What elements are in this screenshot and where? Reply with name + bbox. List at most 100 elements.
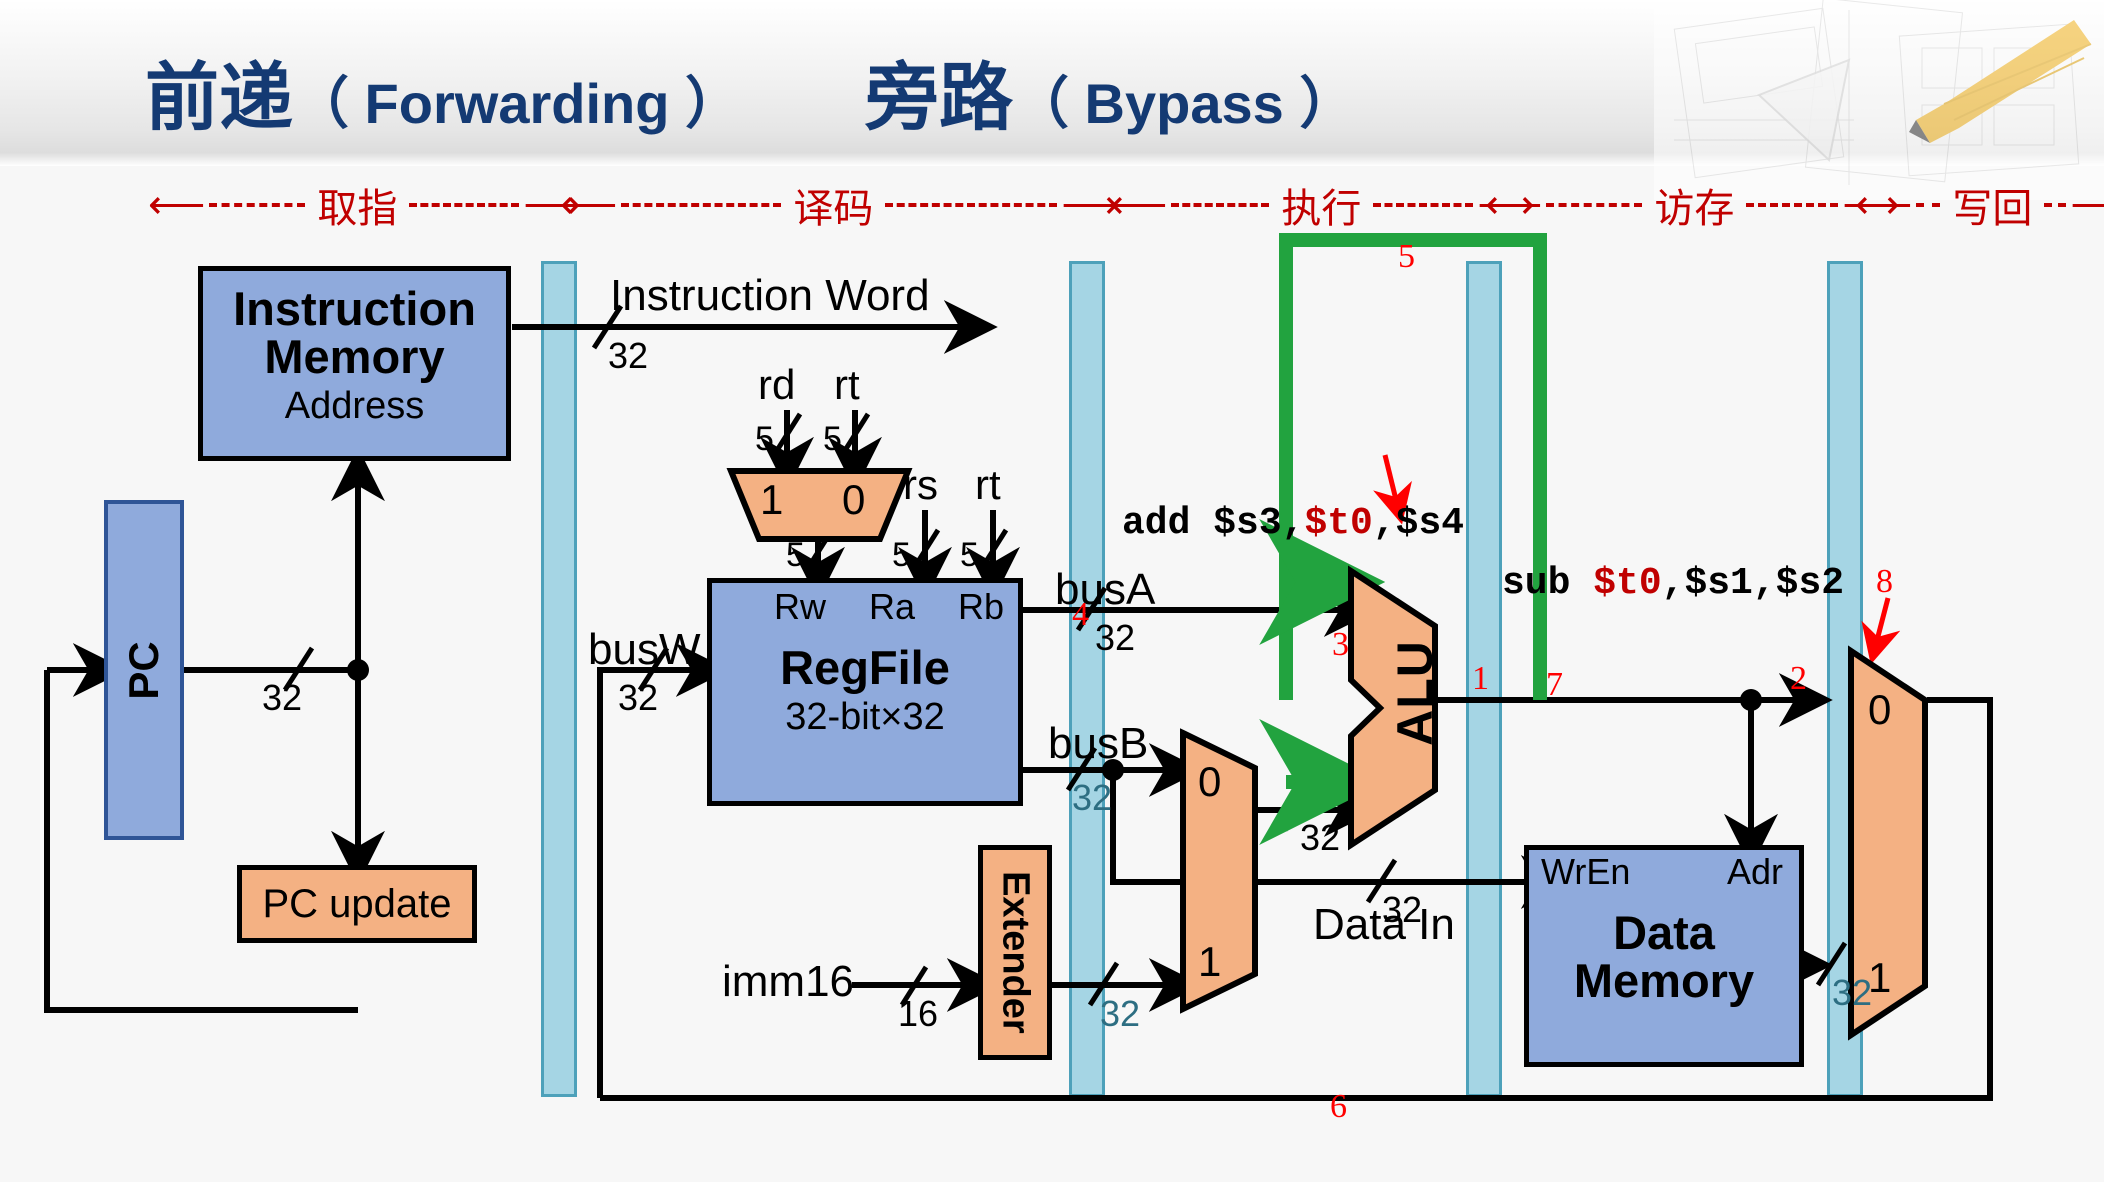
stage-arrow-left-icon: ⟵: [148, 182, 206, 227]
stage-label-memory: ⟵ 访存 ⟶: [1485, 176, 1900, 234]
width-label-32: 32: [1095, 617, 1136, 658]
stage-arrow-left-icon: ⟵: [1110, 182, 1168, 227]
stage-text-writeback: 写回: [1952, 186, 2033, 231]
mem-instruction-reg-red: $t0: [1593, 562, 1662, 605]
stage-label-decode: ⟵ 译码 ⟶: [560, 176, 1119, 234]
width-label-32: 32: [1100, 993, 1141, 1034]
data-memory-port-wren: WrEn: [1541, 851, 1631, 892]
rw-source-mux: 1 0: [726, 468, 913, 542]
blueprint-pencil-decoration-image: [1654, 0, 2104, 200]
data-memory-port-adr: Adr: [1726, 851, 1783, 892]
stage-text-memory: 访存: [1654, 186, 1735, 231]
stage-dash-right: [409, 203, 520, 207]
width-label-32: 32: [608, 335, 649, 376]
annotation-4: 4: [1072, 596, 1089, 633]
width-label-32: 32: [618, 677, 659, 718]
rs-signal-label: rs: [903, 461, 938, 508]
ex-instruction-part2: ,$s4: [1372, 502, 1465, 545]
pc-register: PC: [104, 500, 184, 840]
stage-arrow-right-icon: ⟶: [2070, 182, 2104, 227]
stage-dash-left: [1546, 203, 1643, 207]
width-label-5: 5: [892, 536, 911, 574]
width-label-32: 32: [262, 677, 303, 718]
mem-instruction-part1: sub: [1502, 562, 1594, 605]
alu-block: ALU: [1348, 565, 1443, 851]
alu-label: ALU: [1386, 640, 1443, 746]
pipeline-register-if-id: [541, 261, 577, 1097]
stage-dash-left: [209, 203, 306, 207]
instruction-word-label: Instruction Word: [610, 271, 930, 320]
stage-text-decode: 译码: [793, 186, 874, 231]
busb-label: busB: [1048, 719, 1149, 768]
slide-canvas: 前递（ Forwarding ） 旁路（ Bypass ） ⟵ 取指 ⟶ ⟵ 译…: [0, 0, 2104, 1182]
stage-dash-left: [1916, 203, 1941, 207]
regfile-port-rw: Rw: [774, 586, 826, 627]
instruction-memory-label-line1: Instruction: [233, 282, 476, 335]
sign-extender-block: Extender: [978, 845, 1052, 1060]
wire-junction-pc: [347, 659, 369, 681]
regfile-size-label: 32-bit×32: [785, 695, 945, 738]
ex-stage-instruction: add $s3,$t0,$s4: [1122, 505, 1464, 543]
stage-arrow-left-icon: ⟵: [560, 182, 618, 227]
stage-dash-left: [1171, 203, 1270, 207]
wb-mux-input-0-label: 0: [1868, 686, 1892, 733]
stage-text-fetch: 取指: [317, 186, 398, 231]
stage-dash-right: [885, 203, 1058, 207]
title-bar: 前递（ Forwarding ） 旁路（ Bypass ）: [0, 0, 2104, 200]
page-title-right: 旁路（ Bypass ）: [865, 38, 1355, 145]
width-label-5: 5: [786, 536, 805, 574]
page-title-right-en: （ Bypass ）: [1013, 72, 1356, 135]
annotation-5: 5: [1398, 238, 1415, 275]
pipeline-register-id-ex: [1069, 261, 1105, 1097]
annotation-2: 2: [1790, 660, 1807, 697]
data-memory-label-line2: Memory: [1573, 953, 1755, 1007]
width-label-16: 16: [898, 993, 939, 1034]
width-label-32: 32: [1832, 972, 1873, 1013]
page-title-left-en: （ Forwarding ）: [293, 72, 741, 135]
stage-text-execute: 执行: [1281, 186, 1362, 231]
ex-instruction-part1: add $s3,: [1122, 502, 1305, 545]
width-label-5: 5: [823, 420, 842, 458]
annotation-3: 3: [1332, 626, 1349, 663]
rt-signal-label-b: rt: [975, 461, 1001, 508]
instruction-memory-block: Instruction Memory Address: [198, 266, 511, 461]
busb-mux-input-1-label: 1: [1198, 938, 1222, 985]
pc-label: PC: [119, 640, 167, 700]
instruction-memory-label-line2: Memory: [264, 329, 445, 383]
stage-arrow-left-icon: ⟵: [1855, 182, 1913, 227]
regfile-port-ra: Ra: [868, 586, 915, 627]
width-label-5: 5: [755, 420, 774, 458]
busw-label: busW: [588, 625, 701, 674]
stage-dash-right: [1373, 203, 1474, 207]
rt-signal-label-a: rt: [834, 361, 860, 408]
data-memory-label-line1: Data: [1613, 905, 1715, 959]
data-memory-block: WrEn Adr Data Memory: [1524, 845, 1804, 1067]
alu-src-b-mux: 0 1: [1180, 728, 1258, 1014]
stage-dash-left: [621, 203, 782, 207]
extender-label: Extender: [994, 871, 1037, 1034]
stage-dash-right: [1746, 203, 1839, 207]
stage-arrow-left-icon: ⟵: [1485, 182, 1543, 227]
width-label-5: 5: [960, 536, 979, 574]
instruction-memory-address-port: Address: [284, 384, 425, 427]
pc-update-block: PC update: [237, 865, 477, 943]
rw-mux-input-0-label: 0: [842, 476, 866, 523]
wire-junction-alu-out: [1740, 689, 1762, 711]
page-title-right-cn: 旁路: [865, 56, 1013, 139]
stage-label-writeback: ⟵ 写回 ⟶: [1855, 176, 2104, 234]
annotation-6: 6: [1330, 1088, 1347, 1125]
rd-signal-label: rd: [758, 361, 796, 408]
busa-label: busA: [1055, 565, 1156, 614]
page-title-left-cn: 前递: [145, 56, 293, 139]
width-label-32: 32: [1382, 889, 1423, 930]
annotation-1: 1: [1472, 660, 1489, 697]
ex-instruction-reg-red: $t0: [1304, 502, 1373, 545]
page-title-left: 前递（ Forwarding ）: [145, 38, 741, 145]
mem-stage-instruction: sub $t0,$s1,$s2: [1502, 565, 1844, 603]
annotation-7: 7: [1546, 666, 1563, 703]
width-label-32: 32: [1300, 817, 1341, 858]
busb-mux-input-0-label: 0: [1198, 758, 1222, 805]
stage-label-execute: ⟵ 执行 ⟶: [1110, 176, 1535, 234]
annotation-8: 8: [1876, 563, 1893, 600]
regfile-port-rb: Rb: [957, 586, 1004, 627]
